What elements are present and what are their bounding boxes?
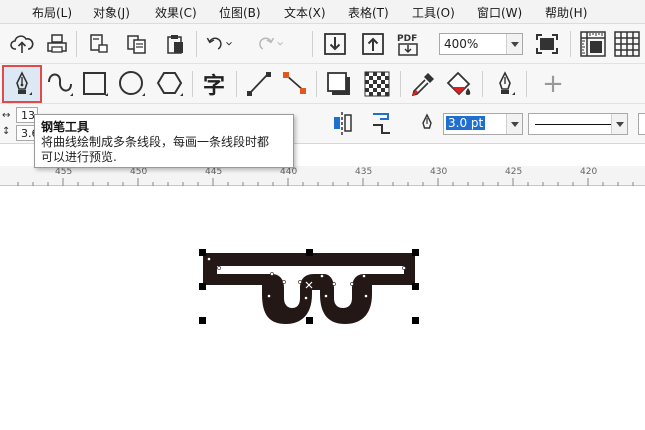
ellipse-icon[interactable] <box>117 69 147 99</box>
eyedropper-icon[interactable] <box>408 69 438 99</box>
drawn-path-shape[interactable] <box>203 253 415 324</box>
cloud-upload-icon[interactable] <box>7 29 37 59</box>
shadow-icon[interactable] <box>324 69 354 99</box>
height-arrow-icon: ↕ <box>2 126 11 137</box>
toolbox: 字 + <box>0 64 645 104</box>
paste-icon[interactable] <box>160 29 190 59</box>
ruler-label: 450 <box>130 167 148 177</box>
copy-icon[interactable] <box>122 29 152 59</box>
drawing-canvas[interactable] <box>0 186 645 430</box>
text-icon[interactable]: 字 <box>199 69 229 99</box>
menu-tools[interactable]: 工具(O) <box>412 4 455 21</box>
menu-bar: 布局(L) 对象(J) 效果(C) 位图(B) 文本(X) 表格(T) 工具(O… <box>0 0 645 24</box>
menu-text[interactable]: 文本(X) <box>284 4 326 21</box>
export-icon[interactable] <box>84 29 114 59</box>
end-arrow-select[interactable] <box>638 113 645 135</box>
menu-table[interactable]: 表格(T) <box>348 4 389 21</box>
line-style-preview <box>535 124 611 125</box>
ruler-label: 440 <box>280 167 298 177</box>
import-icon[interactable] <box>320 29 350 59</box>
chevron-down-icon[interactable] <box>611 114 627 134</box>
print-icon[interactable] <box>42 29 72 59</box>
ruler-label: 455 <box>55 167 73 177</box>
line-icon[interactable] <box>244 69 274 99</box>
pen-icon <box>16 71 32 95</box>
undo-icon[interactable] <box>204 29 234 59</box>
pen-tool-tooltip: 钢笔工具 将曲线绘制成多条线段，每画一条线段时都 可以进行预览. <box>34 114 294 168</box>
outline-pen-icon <box>412 109 442 139</box>
menu-object[interactable]: 对象(J) <box>93 4 130 21</box>
rulers-icon[interactable] <box>578 29 608 59</box>
outline-width-value: 3.0 pt <box>446 116 486 130</box>
curve-icon[interactable] <box>45 69 75 99</box>
ruler-label: 425 <box>505 167 523 177</box>
menu-effects[interactable]: 效果(C) <box>155 4 197 21</box>
drawing-surface <box>199 249 419 324</box>
ruler-label: 420 <box>580 167 598 177</box>
redo-icon[interactable] <box>256 29 286 59</box>
tooltip-line-1: 将曲线绘制成多条线段，每画一条线段时都 <box>41 135 270 149</box>
menu-window[interactable]: 窗口(W) <box>477 4 522 21</box>
outline-width-select[interactable]: 3.0 pt <box>443 113 523 135</box>
menu-help[interactable]: 帮助(H) <box>545 4 587 21</box>
menu-bitmap[interactable]: 位图(B) <box>219 4 261 21</box>
ruler-label: 435 <box>355 167 373 177</box>
pdf-icon[interactable]: PDF <box>394 29 424 59</box>
width-arrow-icon: ↔ <box>2 110 11 121</box>
connector-icon[interactable] <box>280 69 310 99</box>
text-tool-glyph: 字 <box>202 74 225 99</box>
tooltip-line-2: 可以进行预览. <box>41 150 117 164</box>
line-style-select[interactable] <box>528 113 628 135</box>
ruler-label: 430 <box>430 167 448 177</box>
rectangle-icon[interactable] <box>80 69 110 99</box>
polygon-icon[interactable] <box>155 69 185 99</box>
grid-icon[interactable] <box>612 29 642 59</box>
pen-tool-button[interactable] <box>2 65 42 103</box>
horizontal-ruler[interactable]: 455 450 445 440 435 430 425 420 <box>0 166 645 186</box>
break-path-icon[interactable] <box>366 109 396 139</box>
tooltip-title: 钢笔工具 <box>41 120 90 134</box>
zoom-fit-icon[interactable] <box>532 29 562 59</box>
align-icon[interactable] <box>328 109 358 139</box>
add-icon[interactable]: + <box>538 69 568 99</box>
ruler-label: 445 <box>205 167 223 177</box>
ruler-ticks <box>17 178 634 186</box>
pen-outline-icon[interactable] <box>490 69 520 99</box>
zoom-level-value: 400% <box>444 37 479 51</box>
standard-toolbar: PDF 400% <box>0 24 645 64</box>
transparency-icon[interactable] <box>362 69 392 99</box>
export-arrow-icon[interactable] <box>358 29 388 59</box>
zoom-level-select[interactable]: 400% <box>439 33 523 55</box>
fill-icon[interactable] <box>444 69 474 99</box>
menu-layout[interactable]: 布局(L) <box>32 4 72 21</box>
chevron-down-icon[interactable] <box>506 114 522 134</box>
add-glyph: + <box>542 69 564 99</box>
pdf-label: PDF <box>397 34 417 44</box>
chevron-down-icon[interactable] <box>506 34 522 54</box>
